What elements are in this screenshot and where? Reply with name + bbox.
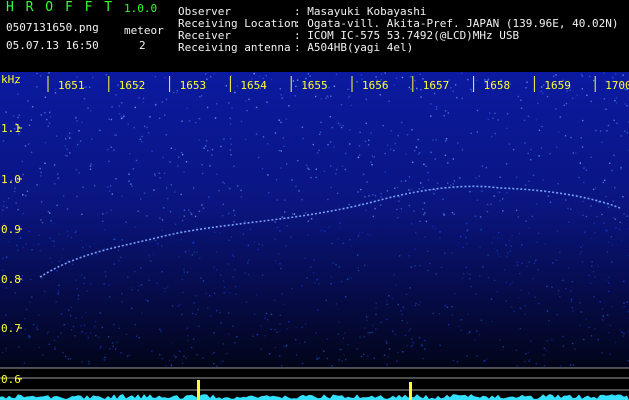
x-tick-label: 1651 — [58, 79, 85, 92]
y-tick-label: 1.1 — [1, 122, 21, 135]
spectrum-background — [0, 72, 629, 368]
meteor-marker-2 — [409, 382, 412, 400]
meteor-count: 2 — [139, 39, 146, 52]
y-tick-label: 0.6 — [1, 373, 21, 386]
antenna-label: Receiving antenna — [178, 41, 291, 54]
x-tick-label: 1653 — [180, 79, 207, 92]
header: H R O F F T 1.0.0 0507131650.png 05.07.1… — [0, 0, 629, 72]
app-title: H R O F F T — [6, 0, 115, 15]
x-tick-label: 1652 — [119, 79, 146, 92]
x-tick-label: 1700 — [605, 79, 629, 92]
baseline-signal — [0, 394, 629, 400]
spectrogram-canvas: kHz 1.1 1.0 0.9 0.8 0.7 0.6 1651 1652 1653 1654 1… — [0, 72, 629, 400]
meteor-label: meteor — [124, 24, 164, 37]
x-tick-label: 1654 — [240, 79, 267, 92]
file-name: 0507131650.png — [6, 21, 99, 34]
app-version: 1.0.0 — [124, 2, 158, 15]
y-tick-label: 0.7 — [1, 322, 21, 335]
meteor-marker-1 — [197, 380, 200, 400]
baseline-signal-trace — [0, 394, 629, 400]
x-tick-label: 1656 — [362, 79, 389, 92]
axis-unit-label: kHz — [1, 73, 21, 86]
y-tick-label: 0.9 — [1, 223, 21, 236]
y-tick-label: 0.8 — [1, 273, 21, 286]
spectrogram: kHz 1.1 1.0 0.9 0.8 0.7 0.6 1651 1652 1653 1654 1… — [0, 72, 629, 400]
x-tick-label: 1655 — [301, 79, 328, 92]
antenna-value: : A504HB(yagi 4el) — [294, 41, 414, 54]
file-datetime: 05.07.13 16:50 — [6, 39, 99, 52]
x-tick-label: 1659 — [544, 79, 571, 92]
x-tick-label: 1657 — [423, 79, 450, 92]
x-tick-label: 1658 — [484, 79, 511, 92]
y-tick-label: 1.0 — [1, 173, 21, 186]
